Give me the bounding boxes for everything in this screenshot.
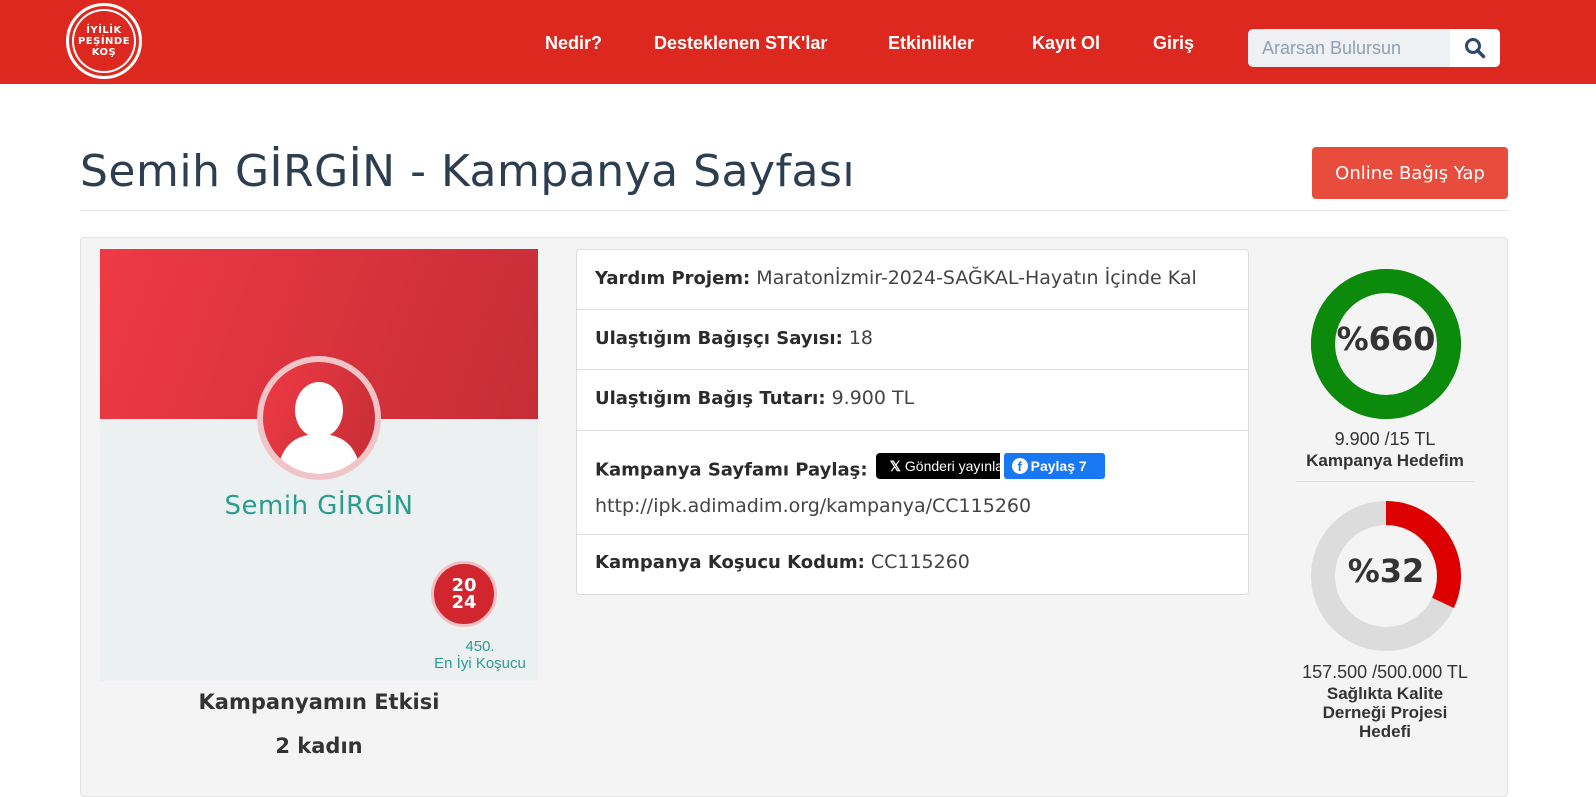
nav-item-etkinlikler[interactable]: Etkinlikler [888,32,974,54]
impact-value: 2 kadın [275,734,363,758]
iyilik-pesinde-kos-logo[interactable]: İYİLİK PEŞİNDE KOŞ [66,3,142,79]
organization-goal-donut: %32 [1310,500,1462,652]
search-icon [1465,38,1486,59]
top-navbar: İYİLİK PEŞİNDE KOŞ Nedir? Desteklenen ST… [0,0,1596,84]
search-box [1248,29,1500,67]
badge-text: 20 24 [451,575,477,613]
project-label: Yardım Projem: [595,268,751,289]
nav-item-kayit-ol[interactable]: Kayıt Ol [1032,32,1100,54]
campaign-goal-label: Kampanya Hedefim [1306,451,1464,470]
impact-title: Kampanyamın Etkisi [198,690,440,714]
list-item-share: Kampanya Sayfamı Paylaş: 𝕏 Gönderi yayınl… [577,431,1248,535]
profile-card: Semih GİRGİN 20 24 450. En İyi Koşucu [100,249,538,681]
donors-value: 18 [848,327,874,349]
event-2024-badge: 20 24 [431,561,497,627]
campaign-info-list: Yardım Projem: Maratonİzmir-2024-SAĞKAL-… [576,249,1249,595]
nav-item-nedir[interactable]: Nedir? [545,32,602,54]
nav-item-giris[interactable]: Giriş [1153,32,1194,54]
campaign-goal-percent: %660 [1336,320,1436,358]
runner-rank-label: En İyi Koşucu [434,655,526,672]
amount-value: 9.900 TL [831,387,915,409]
x-icon: 𝕏 [889,458,901,474]
online-donate-button[interactable]: Online Bağış Yap [1312,147,1508,199]
project-value: Maratonİzmir-2024-SAĞKAL-Hayatın İçinde … [756,267,1197,289]
title-divider [80,210,1508,211]
page-title: Semih GİRGİN - Kampanya Sayfası [80,146,856,197]
amount-label: Ulaştığım Bağış Tutarı: [595,388,826,409]
x-post-button[interactable]: 𝕏 Gönderi yayınla [875,453,1000,479]
organization-goal-label: Sağlıkta Kalite Derneği Projesi Hedefi [1322,684,1448,741]
facebook-icon: f [1011,458,1028,475]
list-item-donors: Ulaştığım Bağışçı Sayısı: 18 [577,310,1248,370]
search-input[interactable] [1248,29,1450,67]
facebook-share-label: Paylaş 7 [1030,458,1087,474]
list-item-runner-code: Kampanya Koşucu Kodum: CC115260 [577,535,1248,594]
avatar-placeholder-icon [263,362,375,474]
donors-label: Ulaştığım Bağışçı Sayısı: [595,328,843,349]
campaign-goal-amount: 9.900 /15 TL [1334,429,1436,449]
code-label: Kampanya Koşucu Kodum: [595,552,865,573]
list-item-amount: Ulaştığım Bağış Tutarı: 9.900 TL [577,370,1248,431]
runner-name: Semih GİRGİN [224,491,414,521]
runner-rank: 450. [465,638,495,655]
campaign-goal-donut: %660 [1310,268,1462,420]
logo-text: İYİLİK PEŞİNDE KOŞ [77,24,131,58]
facebook-share-button[interactable]: f Paylaş 7 [1003,453,1105,479]
x-post-label: Gönderi yayınla [904,458,1000,474]
nav-item-desteklenen-stklar[interactable]: Desteklenen STK'lar [654,32,827,54]
organization-goal-amount: 157.500 /500.000 TL [1302,662,1468,682]
list-item-project: Yardım Projem: Maratonİzmir-2024-SAĞKAL-… [577,250,1248,310]
avatar [257,356,381,480]
code-value: CC115260 [870,551,970,573]
goal-divider [1296,481,1474,482]
organization-goal-percent: %32 [1347,552,1425,590]
campaign-url[interactable]: http://ipk.adimadim.org/kampanya/CC11526… [595,495,1230,517]
search-button[interactable] [1450,29,1500,67]
share-label: Kampanya Sayfamı Paylaş: [595,459,868,481]
